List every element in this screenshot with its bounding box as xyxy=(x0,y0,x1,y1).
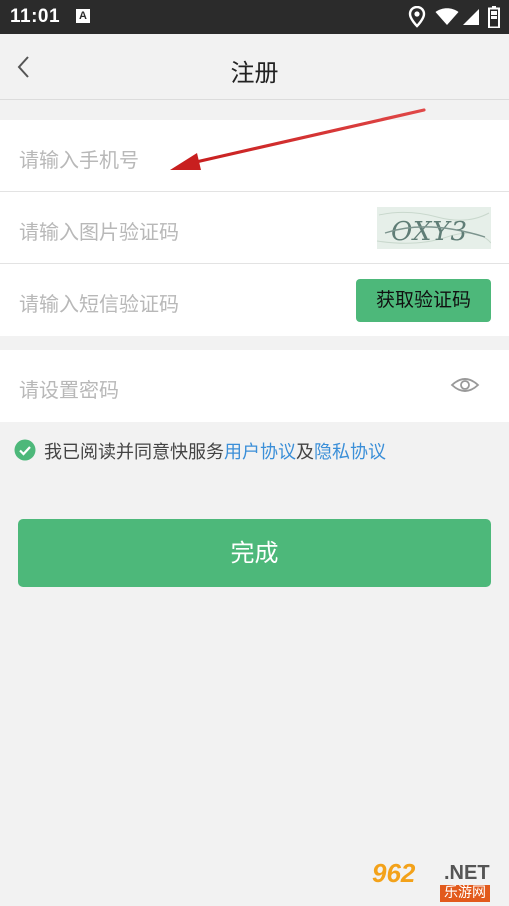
done-button[interactable]: 完成 xyxy=(18,519,491,587)
watermark-sub: 乐游网 xyxy=(440,885,490,902)
phone-field[interactable]: 请输入手机号 xyxy=(0,120,509,192)
page-title: 注册 xyxy=(230,59,279,87)
captcha-image[interactable]: OXY3 xyxy=(377,207,491,249)
agreement-text: 我已阅读并同意快服务用户协议及隐私协议 xyxy=(44,438,386,464)
checkbox-checked-icon[interactable] xyxy=(14,439,36,461)
status-bar: 11:01 A xyxy=(0,0,509,34)
status-time: 11:01 xyxy=(10,6,61,27)
sms-code-placeholder: 请输入短信验证码 xyxy=(19,292,179,316)
watermark-main: 962 xyxy=(372,858,416,888)
location-icon xyxy=(408,6,426,28)
signal-icon xyxy=(463,9,479,25)
wifi-icon xyxy=(435,8,459,25)
captcha-text: OXY3 xyxy=(391,217,468,247)
nav-bar: 注册 xyxy=(0,34,509,100)
privacy-agreement-link[interactable]: 隐私协议 xyxy=(314,442,386,463)
battery-icon xyxy=(488,6,500,28)
password-placeholder: 请设置密码 xyxy=(19,378,119,402)
phone-placeholder: 请输入手机号 xyxy=(19,148,139,172)
watermark-suffix: .NET xyxy=(444,862,490,884)
agreement-prefix: 我已阅读并同意快服务 xyxy=(44,442,224,463)
image-code-placeholder: 请输入图片验证码 xyxy=(19,220,179,244)
watermark-logo: 962 .NET 乐游网 xyxy=(368,856,506,904)
eye-icon[interactable] xyxy=(450,373,480,397)
notification-icon: A xyxy=(76,9,90,23)
get-code-button[interactable]: 获取验证码 xyxy=(356,279,491,322)
password-field[interactable]: 请设置密码 xyxy=(0,350,509,422)
user-agreement-link[interactable]: 用户协议 xyxy=(224,442,296,463)
form-group-password: 请设置密码 xyxy=(0,350,509,422)
agreement-conjunction: 及 xyxy=(296,442,314,463)
